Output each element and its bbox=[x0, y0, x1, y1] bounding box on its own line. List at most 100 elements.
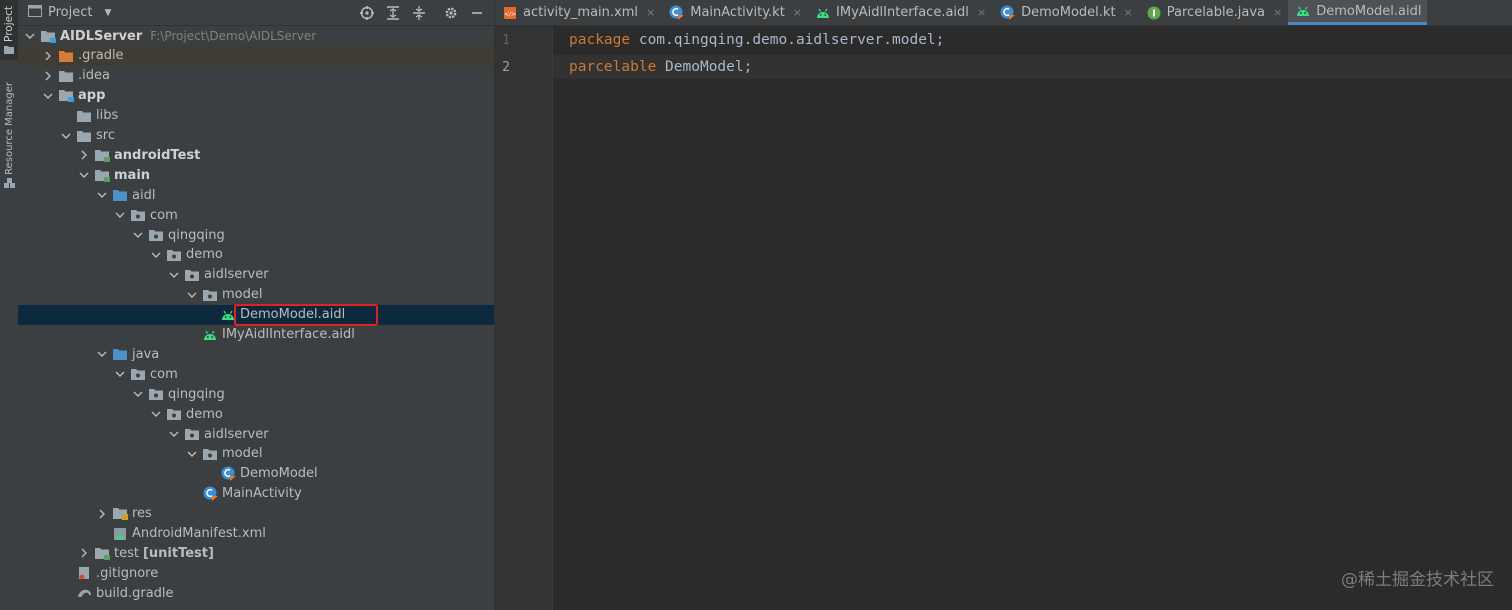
tree-item[interactable]: com bbox=[18, 205, 494, 225]
chevron-down-icon[interactable] bbox=[168, 424, 180, 444]
expand-all-button[interactable] bbox=[382, 2, 404, 24]
source-folder-icon bbox=[94, 545, 110, 561]
folder-icon bbox=[76, 128, 92, 144]
tree-item-label: aidlserver bbox=[204, 426, 269, 442]
code-line[interactable]: package com.qingqing.demo.aidlserver.mod… bbox=[569, 32, 944, 48]
tree-item-label: src bbox=[96, 128, 115, 143]
tree-item[interactable]: res bbox=[18, 504, 494, 524]
chevron-down-icon[interactable]: ▼ bbox=[104, 8, 111, 18]
tree-item[interactable]: qingqing bbox=[18, 384, 494, 404]
locate-file-button[interactable] bbox=[356, 2, 378, 24]
chevron-right-icon[interactable] bbox=[42, 66, 54, 86]
editor-area: </> activity_main.xml × MainActivity.kt × IMy… bbox=[495, 0, 1512, 610]
code-line[interactable]: parcelable DemoModel; bbox=[569, 59, 752, 75]
tree-item[interactable]: MainActivity bbox=[18, 484, 494, 504]
hide-panel-button[interactable] bbox=[466, 2, 488, 24]
chevron-down-icon[interactable] bbox=[168, 265, 180, 285]
package-folder-icon bbox=[148, 386, 164, 402]
chevron-down-icon[interactable] bbox=[132, 225, 144, 245]
tree-item-label: com bbox=[150, 366, 178, 382]
tree-item[interactable]: aidl bbox=[18, 185, 494, 205]
chevron-right-icon[interactable] bbox=[78, 543, 90, 563]
tree-item[interactable]: main bbox=[18, 165, 494, 185]
close-icon[interactable]: × bbox=[1273, 6, 1282, 19]
tree-item[interactable]: qingqing bbox=[18, 225, 494, 245]
tab-label: MainActivity.kt bbox=[690, 5, 785, 20]
interface-icon bbox=[1147, 6, 1161, 20]
chevron-down-icon[interactable] bbox=[96, 185, 108, 205]
project-panel-header: Project ▼ bbox=[18, 0, 494, 26]
expand-all-icon bbox=[387, 5, 399, 20]
chevron-down-icon[interactable] bbox=[132, 384, 144, 404]
close-icon[interactable]: × bbox=[977, 6, 986, 19]
line-number-gutter: 1 2 bbox=[495, 26, 553, 610]
tree-item-selected[interactable]: DemoModel.aidl bbox=[18, 304, 494, 325]
chevron-down-icon[interactable] bbox=[150, 245, 162, 265]
tree-item-label: DemoModel bbox=[240, 466, 318, 482]
tree-item[interactable]: demo bbox=[18, 245, 494, 265]
tree-item[interactable]: .gradle bbox=[18, 45, 494, 66]
close-icon[interactable]: × bbox=[1124, 6, 1133, 19]
tree-item[interactable]: IMyAidlInterface.aidl bbox=[18, 325, 494, 345]
tree-item-label: aidl bbox=[132, 187, 156, 203]
tree-item-label: MainActivity bbox=[222, 486, 302, 502]
settings-button[interactable] bbox=[440, 2, 462, 24]
collapse-all-button[interactable] bbox=[408, 2, 430, 24]
tree-item[interactable]: .gitignore bbox=[18, 563, 494, 583]
chevron-down-icon[interactable] bbox=[78, 165, 90, 185]
editor-tab[interactable]: MainActivity.kt × bbox=[661, 0, 808, 25]
tree-item[interactable]: AIDLServer F:\Project\Demo\AIDLServer bbox=[18, 26, 494, 46]
tab-label: DemoModel.aidl bbox=[1316, 3, 1422, 19]
tree-item-label: model bbox=[222, 287, 263, 303]
tree-item[interactable]: libs bbox=[18, 106, 494, 126]
resource-manager-label: Resource Manager bbox=[3, 82, 15, 175]
chevron-right-icon[interactable] bbox=[96, 504, 108, 524]
project-panel: Project ▼ AIDLServer F:\Project\Demo\AIDL… bbox=[18, 0, 495, 610]
resource-manager-button[interactable]: Resource Manager bbox=[0, 78, 18, 193]
package-folder-icon bbox=[202, 446, 218, 462]
chevron-down-icon[interactable] bbox=[186, 285, 198, 305]
chevron-down-icon[interactable] bbox=[60, 126, 72, 146]
tab-label: IMyAidlInterface.aidl bbox=[836, 5, 969, 20]
chevron-right-icon[interactable] bbox=[78, 145, 90, 165]
tree-item[interactable]: build.gradle bbox=[18, 583, 494, 603]
tree-item[interactable]: java bbox=[18, 344, 494, 364]
tree-item[interactable]: AndroidManifest.xml bbox=[18, 524, 494, 544]
tree-item[interactable]: src bbox=[18, 126, 494, 146]
tree-item[interactable]: DemoModel bbox=[18, 464, 494, 484]
source-set-suffix: [unitTest] bbox=[142, 545, 214, 561]
tree-item[interactable]: model bbox=[18, 444, 494, 464]
editor-tab[interactable]: </> activity_main.xml × bbox=[495, 0, 661, 25]
editor-tab[interactable]: DemoModel.aidl bbox=[1288, 0, 1428, 25]
tree-item[interactable]: app bbox=[18, 86, 494, 106]
project-view-selector[interactable]: Project ▼ bbox=[28, 4, 111, 21]
tree-item[interactable]: aidlserver bbox=[18, 265, 494, 285]
chevron-down-icon[interactable] bbox=[114, 364, 126, 384]
svg-text:</>: </> bbox=[504, 11, 516, 18]
project-tool-window-button[interactable]: Project bbox=[0, 0, 18, 60]
chevron-down-icon[interactable] bbox=[114, 205, 126, 225]
editor-tab[interactable]: DemoModel.kt × bbox=[992, 0, 1139, 25]
folder-icon bbox=[4, 45, 14, 54]
editor-tab[interactable]: Parcelable.java × bbox=[1139, 0, 1288, 25]
tree-item[interactable]: demo bbox=[18, 404, 494, 424]
code-text: DemoModel; bbox=[656, 59, 753, 75]
chevron-right-icon[interactable] bbox=[42, 46, 54, 66]
line-number: 2 bbox=[502, 60, 510, 75]
tree-item[interactable]: test [unitTest] bbox=[18, 543, 494, 563]
close-icon[interactable]: × bbox=[646, 6, 655, 19]
tree-item[interactable]: model bbox=[18, 285, 494, 305]
tree-item[interactable]: androidTest bbox=[18, 145, 494, 165]
chevron-down-icon[interactable] bbox=[150, 404, 162, 424]
tree-item[interactable]: aidlserver bbox=[18, 424, 494, 444]
tree-item[interactable]: com bbox=[18, 364, 494, 384]
close-icon[interactable]: × bbox=[793, 6, 802, 19]
chevron-down-icon[interactable] bbox=[24, 26, 36, 46]
chevron-down-icon[interactable] bbox=[42, 86, 54, 106]
kotlin-class-icon bbox=[1000, 5, 1016, 20]
chevron-down-icon[interactable] bbox=[96, 344, 108, 364]
chevron-down-icon[interactable] bbox=[186, 444, 198, 464]
editor-tab[interactable]: IMyAidlInterface.aidl × bbox=[808, 0, 992, 25]
tree-item[interactable]: .idea bbox=[18, 66, 494, 86]
tree-item-label: model bbox=[222, 446, 263, 462]
